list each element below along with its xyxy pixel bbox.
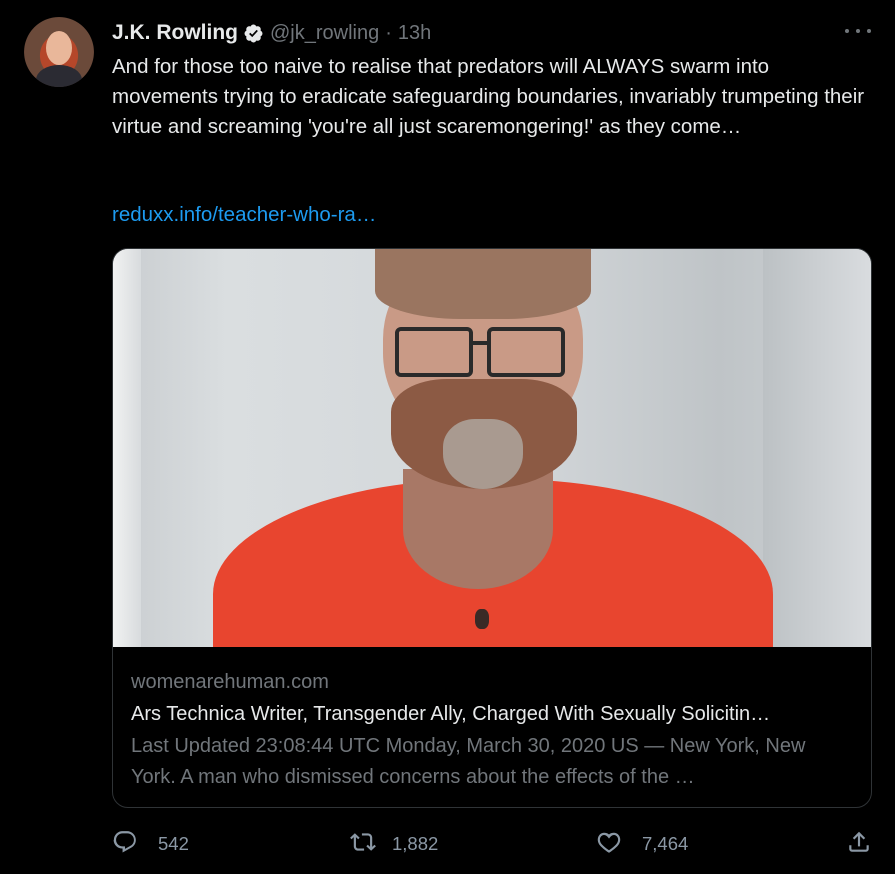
image-beard-grey — [443, 419, 523, 489]
image-glasses-left — [395, 327, 473, 377]
reply-icon — [112, 829, 138, 860]
avatar-face — [46, 31, 72, 65]
image-door — [113, 249, 141, 647]
more-dot — [867, 29, 871, 33]
separator-dot: · — [385, 21, 392, 44]
share-icon — [846, 829, 872, 860]
retweet-button[interactable]: 1,882 — [350, 826, 438, 862]
tweet-header: J.K. Rowling @jk_rowling · 13h — [112, 18, 431, 48]
reply-count: 542 — [158, 833, 189, 854]
card-title: Ars Technica Writer, Transgender Ally, C… — [131, 703, 771, 725]
card-description: Last Updated 23:08:44 UTC Monday, March … — [131, 735, 806, 788]
tweet[interactable]: J.K. Rowling @jk_rowling · 13h And for t… — [0, 0, 895, 874]
tweet-timestamp[interactable]: 13h — [398, 22, 431, 45]
heart-icon — [596, 829, 622, 860]
author-handle[interactable]: @jk_rowling — [270, 22, 379, 45]
retweet-count: 1,882 — [392, 833, 439, 854]
avatar[interactable] — [24, 17, 94, 87]
tweet-text: And for those too naive to realise that … — [112, 55, 865, 138]
card-domain: womenarehuman.com — [131, 671, 329, 693]
card-body: womenarehuman.com Ars Technica Writer, T… — [131, 667, 855, 793]
image-hair — [375, 249, 591, 319]
retweet-icon — [350, 829, 376, 860]
more-dot — [845, 29, 849, 33]
image-glasses-right — [487, 327, 565, 377]
more-dot — [856, 29, 860, 33]
image-pendant — [475, 609, 489, 629]
share-button[interactable] — [846, 826, 872, 862]
reply-button[interactable]: 542 — [112, 826, 189, 862]
more-options-icon[interactable] — [845, 24, 871, 38]
card-image[interactable] — [113, 249, 871, 647]
like-count: 7,464 — [642, 833, 689, 854]
verified-badge-icon — [243, 23, 264, 44]
author-name[interactable]: J.K. Rowling — [112, 21, 238, 45]
tweet-actions: 542 1,882 7,464 — [112, 826, 872, 862]
image-glasses-bridge — [469, 341, 489, 345]
link-preview-card[interactable]: womenarehuman.com Ars Technica Writer, T… — [112, 248, 872, 808]
tweet-link[interactable]: reduxx.info/teacher-who-ra… — [112, 203, 376, 227]
image-wall — [763, 249, 871, 647]
like-button[interactable]: 7,464 — [596, 826, 688, 862]
avatar-body — [36, 65, 82, 87]
